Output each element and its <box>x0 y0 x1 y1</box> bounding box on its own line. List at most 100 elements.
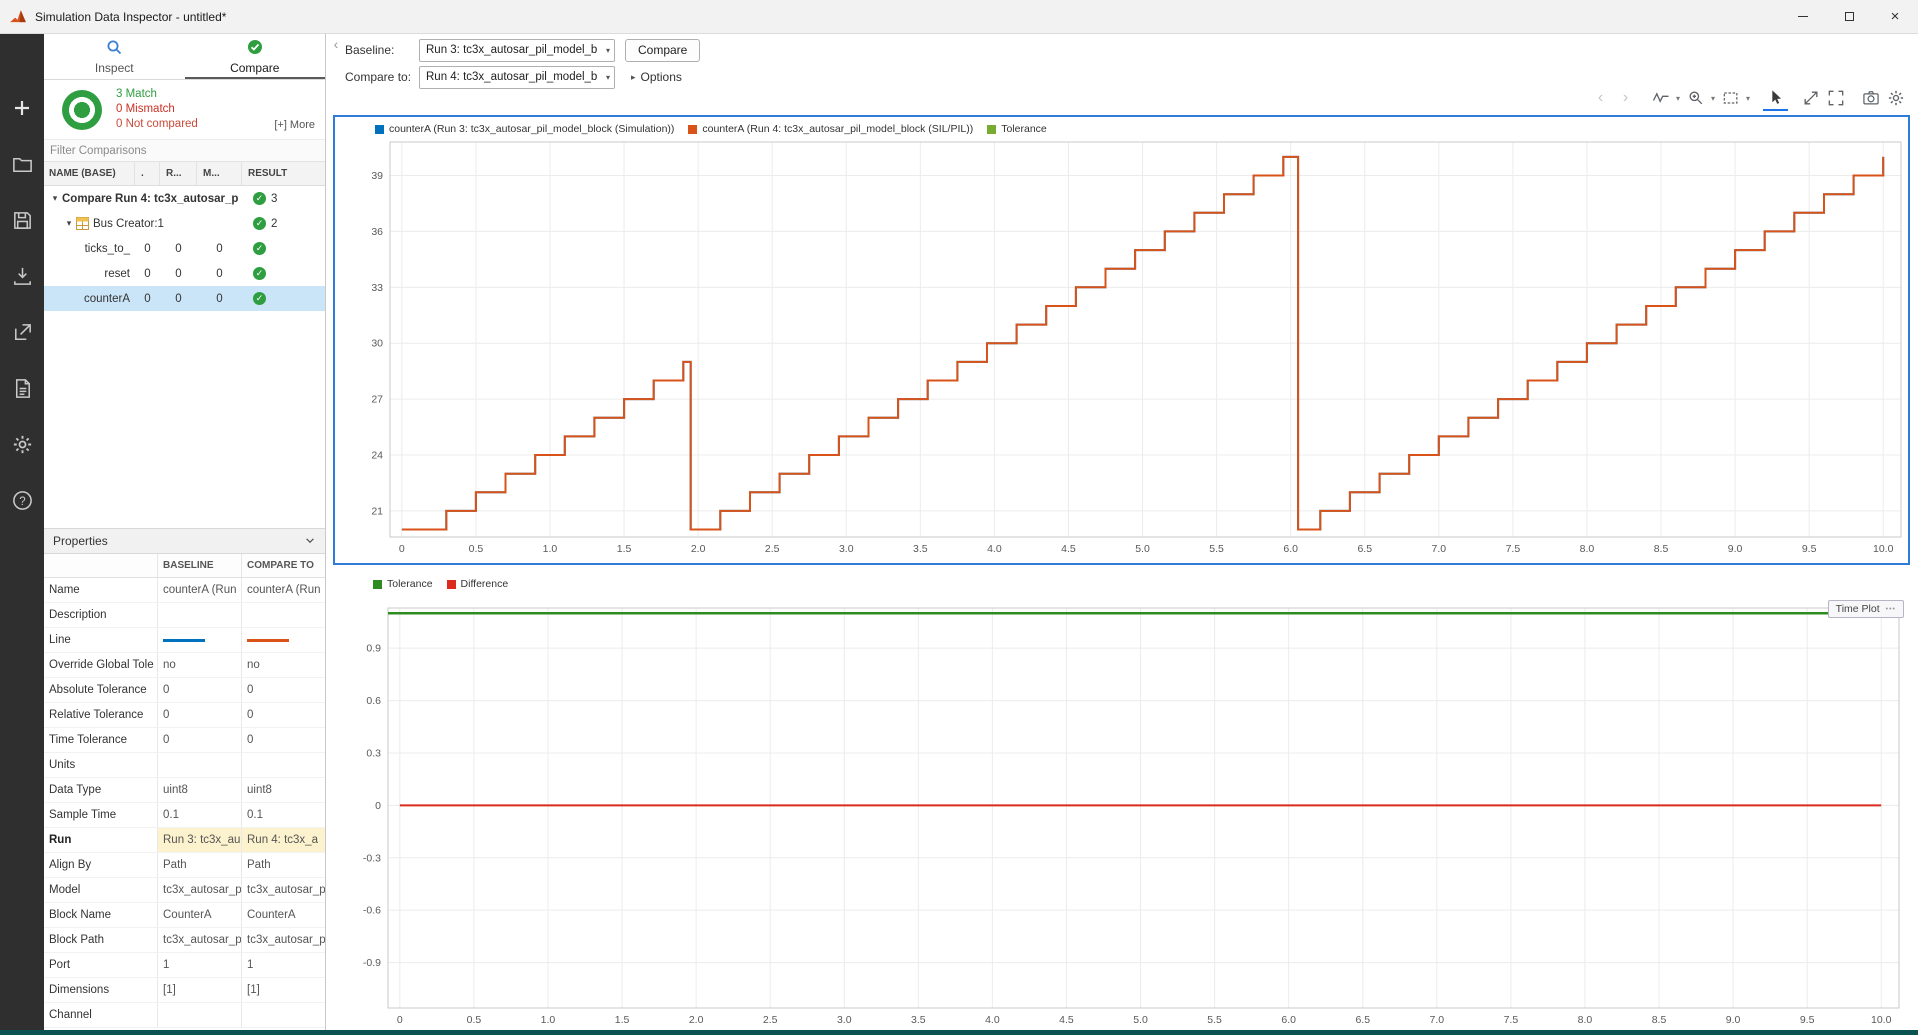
svg-text:0.5: 0.5 <box>467 1014 482 1026</box>
options-toggle[interactable]: ▸ Options <box>631 70 682 84</box>
settings-gear-button[interactable] <box>1883 85 1908 111</box>
property-compare-value: 0.1 <box>241 803 325 827</box>
more-link[interactable]: [+] More <box>274 119 315 131</box>
result-cell: ✓ 3 <box>242 192 325 205</box>
export-button[interactable] <box>0 310 44 354</box>
zoom-button[interactable] <box>1683 85 1708 111</box>
difference-time-plot[interactable]: 00.51.01.52.02.53.03.54.04.55.05.56.06.5… <box>333 572 1910 1030</box>
svg-text:4.5: 4.5 <box>1061 543 1076 555</box>
save-button[interactable] <box>0 198 44 242</box>
new-button[interactable] <box>0 86 44 130</box>
next-button[interactable]: › <box>1613 85 1638 111</box>
tree-row-compare-run[interactable]: ▾ Compare Run 4: tc3x_autosar_p ✓ 3 <box>44 186 325 211</box>
main-toolbar: ? <box>0 34 44 1035</box>
svg-text:1.5: 1.5 <box>617 543 632 555</box>
fullscreen-button[interactable] <box>1823 85 1848 111</box>
baseline-select[interactable]: Run 3: tc3x_autosar_pil_model_b ▾ <box>419 39 615 62</box>
property-compare-value: tc3x_autosar_p <box>241 878 325 902</box>
svg-text:-0.9: -0.9 <box>363 957 381 969</box>
chevron-down-icon[interactable]: ▾ <box>1743 94 1753 103</box>
svg-text:4.0: 4.0 <box>987 543 1002 555</box>
max-diff-value: 0 <box>197 268 242 280</box>
property-label: Channel <box>44 1003 157 1027</box>
simulation-data-inspector-window: Simulation Data Inspector - untitled* × <box>0 0 1918 1035</box>
svg-text:10.0: 10.0 <box>1871 1014 1892 1026</box>
window-controls: × <box>1780 0 1918 33</box>
properties-header[interactable]: Properties <box>44 528 325 554</box>
column-header-result[interactable]: RESULT <box>242 162 325 185</box>
summary-counts: 3 Match 0 Mismatch 0 Not compared <box>116 87 198 132</box>
chevron-down-icon <box>304 534 316 548</box>
signal-name: reset <box>44 268 135 280</box>
tab-inspect[interactable]: Inspect <box>44 34 185 79</box>
import-button[interactable] <box>0 254 44 298</box>
previous-button[interactable]: ‹ <box>1588 85 1613 111</box>
close-button[interactable]: × <box>1872 0 1918 33</box>
property-baseline-value: 0 <box>157 703 241 727</box>
legend-label: counterA (Run 4: tc3x_autosar_pil_model_… <box>702 123 973 135</box>
compare-button[interactable]: Compare <box>625 39 700 62</box>
create-report-button[interactable] <box>0 366 44 410</box>
property-row-units: Units <box>44 753 325 778</box>
comparison-time-plot[interactable]: 00.51.01.52.02.53.03.54.04.55.05.56.06.5… <box>333 115 1910 565</box>
maximize-button[interactable] <box>1826 0 1872 33</box>
legend-label: Tolerance <box>1001 123 1047 135</box>
filter-comparisons-input[interactable]: Filter Comparisons <box>44 140 325 162</box>
property-label: Block Path <box>44 928 157 952</box>
minimize-button[interactable] <box>1780 0 1826 33</box>
svg-text:8.5: 8.5 <box>1652 1014 1667 1026</box>
baseline-label: Baseline: <box>345 43 419 57</box>
open-folder-button[interactable] <box>0 142 44 186</box>
preferences-gear-button[interactable] <box>0 422 44 466</box>
tree-empty-area <box>44 311 325 528</box>
collapse-panel-button[interactable]: ‹ <box>329 34 343 54</box>
tree-row-signal-ticks[interactable]: ticks_to_ 0 0 0 ✓ <box>44 236 325 261</box>
badge-menu-dots-icon[interactable]: ••• <box>1886 606 1896 613</box>
snapshot-camera-button[interactable] <box>1858 85 1883 111</box>
chevron-down-icon[interactable]: ▾ <box>1673 94 1683 103</box>
tree-row-signal-countera[interactable]: counterA 0 0 0 ✓ <box>44 286 325 311</box>
expand-caret-icon[interactable]: ▾ <box>48 193 62 204</box>
column-header-max[interactable]: M... <box>197 162 242 185</box>
compare-to-select[interactable]: Run 4: tc3x_autosar_pil_model_b ▾ <box>419 66 615 89</box>
signal-name: ticks_to_ <box>44 243 135 255</box>
time-plot-badge[interactable]: Time Plot ••• <box>1828 600 1904 618</box>
column-header-abs[interactable]: . <box>135 162 160 185</box>
difference-plot-canvas[interactable]: 00.51.01.52.02.53.03.54.04.55.05.56.06.5… <box>333 572 1910 1030</box>
tree-row-signal-reset[interactable]: reset 0 0 0 ✓ <box>44 261 325 286</box>
result-count: 3 <box>271 193 277 205</box>
comparison-plot-canvas[interactable]: 00.51.01.52.02.53.03.54.04.55.05.56.06.5… <box>335 117 1908 563</box>
signal-trace-button[interactable] <box>1648 85 1673 111</box>
fit-to-view-button[interactable] <box>1798 85 1823 111</box>
zoom-region-button[interactable] <box>1718 85 1743 111</box>
svg-text:9.5: 9.5 <box>1800 1014 1815 1026</box>
pass-check-icon: ✓ <box>253 267 266 280</box>
property-row-override-global-tolerance: Override Global Tole no no <box>44 653 325 678</box>
svg-text:0: 0 <box>375 800 381 812</box>
column-header-name[interactable]: NAME (BASE) <box>44 162 135 185</box>
tab-compare[interactable]: Compare <box>185 34 326 79</box>
chevron-down-icon: ▾ <box>606 73 610 82</box>
legend-item: counterA (Run 3: tc3x_autosar_pil_model_… <box>375 123 674 135</box>
tree-row-bus-creator[interactable]: ▾ Bus Creator:1 ✓ 2 <box>44 211 325 236</box>
chevron-down-icon[interactable]: ▾ <box>1708 94 1718 103</box>
gridlines <box>388 608 1899 1008</box>
max-diff-value: 0 <box>197 293 242 305</box>
svg-text:7.5: 7.5 <box>1504 1014 1519 1026</box>
expand-caret-icon[interactable]: ▾ <box>62 218 76 229</box>
window-title: Simulation Data Inspector - untitled* <box>35 10 226 24</box>
tree-row-label: Bus Creator:1 <box>93 218 164 230</box>
column-header-rel[interactable]: R... <box>160 162 197 185</box>
compare-to-value: Run 4: tc3x_autosar_pil_model_b <box>426 71 597 83</box>
property-compare-value: 0 <box>241 703 325 727</box>
bottom-strip <box>0 1030 1918 1035</box>
help-button[interactable]: ? <box>0 478 44 522</box>
compare-table-header: NAME (BASE) . R... M... RESULT <box>44 162 325 186</box>
svg-text:3.0: 3.0 <box>839 543 854 555</box>
property-baseline-value: no <box>157 653 241 677</box>
svg-text:5.0: 5.0 <box>1133 1014 1148 1026</box>
property-label: Port <box>44 953 157 977</box>
property-row-description: Description <box>44 603 325 628</box>
pointer-button[interactable] <box>1763 85 1788 111</box>
property-compare-value: Run 4: tc3x_a <box>241 828 325 852</box>
